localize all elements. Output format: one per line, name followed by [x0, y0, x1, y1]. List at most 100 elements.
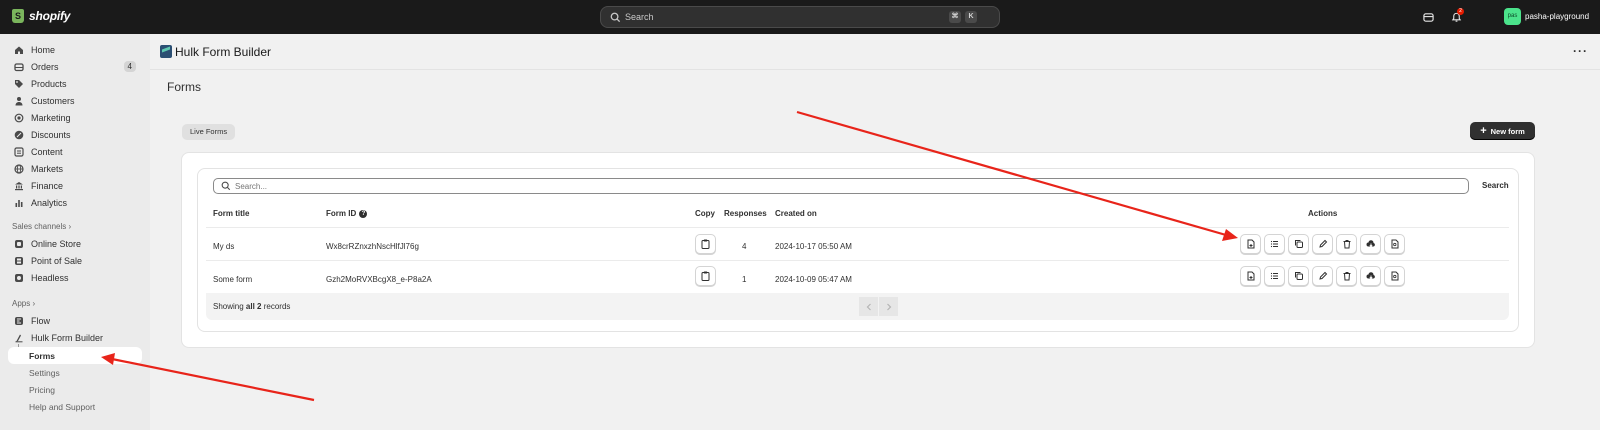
download-responses-button[interactable] — [1360, 266, 1381, 286]
edit-form-button[interactable] — [1312, 234, 1333, 254]
sidebar-item-online-store[interactable]: Online Store — [8, 235, 142, 252]
add-to-page-button[interactable] — [1240, 234, 1261, 254]
store-name: pasha-playground — [1525, 12, 1590, 21]
search-icon — [220, 181, 231, 192]
new-form-button[interactable]: + New form — [1470, 122, 1535, 140]
notification-count-badge: 2 — [1457, 8, 1464, 15]
forms-search-field[interactable] — [213, 178, 1469, 194]
row-divider — [206, 260, 1509, 261]
search-button[interactable]: Search — [1482, 181, 1509, 190]
created-on-cell: 2024-10-17 05:50 AM — [775, 242, 852, 251]
sidebar-item-home[interactable]: Home — [8, 41, 142, 58]
sidebar-subitem-forms[interactable]: Forms — [8, 347, 142, 364]
list-icon — [1270, 272, 1278, 280]
export-form-button[interactable] — [1384, 266, 1405, 286]
next-page-button[interactable] — [879, 297, 898, 316]
form-id-cell: Gzh2MoRVXBcgX8_e-P8a2A — [326, 275, 432, 284]
copy-form-id-button[interactable] — [695, 234, 716, 254]
notifications-bell-icon[interactable]: 2 — [1448, 8, 1464, 25]
table-footer — [206, 293, 1509, 320]
global-search-bar[interactable]: Search ⌘ K — [600, 6, 1000, 28]
form-title-cell: My ds — [213, 242, 235, 251]
edit-form-button[interactable] — [1312, 266, 1333, 286]
bank-icon — [14, 181, 24, 191]
sidebar-item-label: Analytics — [31, 197, 68, 208]
tab-live-forms[interactable]: Live Forms — [182, 124, 236, 140]
duplicate-icon — [1294, 272, 1303, 280]
sales-channels-heading[interactable]: Sales channels › — [12, 222, 71, 231]
sidebar-item-label: Home — [31, 44, 56, 55]
sidebar-item-marketing[interactable]: Marketing — [8, 109, 142, 126]
chevron-right-icon: › — [68, 222, 72, 231]
shopify-logo[interactable]: S shopify — [12, 9, 70, 23]
top-bar: S shopify Search ⌘ K 2 pas pasha-playgro… — [0, 0, 1600, 34]
avatar: pas — [1504, 8, 1521, 25]
forms-search-input[interactable] — [235, 181, 635, 191]
column-header-copy: Copy — [695, 209, 715, 218]
add-to-page-button[interactable] — [1240, 266, 1261, 286]
file-search-icon — [1391, 239, 1398, 249]
tag-icon — [14, 79, 24, 89]
duplicate-form-button[interactable] — [1288, 266, 1309, 286]
pencil-icon — [1318, 271, 1327, 280]
cloud-download-icon — [1366, 240, 1375, 248]
plus-icon: + — [1480, 125, 1487, 137]
shortcut-key-command: ⌘ — [949, 11, 961, 23]
sidebar-item-customers[interactable]: Customers — [8, 92, 142, 109]
hulk-icon — [14, 333, 24, 343]
delete-form-button[interactable] — [1336, 234, 1357, 254]
responses-cell: 4 — [742, 242, 747, 251]
column-header-created-on: Created on — [775, 209, 817, 218]
pos-icon — [14, 256, 24, 266]
sales-channels-label: Sales channels — [12, 222, 67, 231]
search-icon — [608, 10, 622, 24]
chevron-left-icon — [866, 303, 871, 310]
sidebar-item-flow[interactable]: Flow — [8, 312, 142, 329]
sidebar-item-content[interactable]: Content — [8, 143, 142, 160]
apps-heading[interactable]: Apps › — [12, 299, 35, 308]
sidebar-item-label: Content — [31, 146, 63, 157]
person-icon — [14, 96, 24, 106]
view-responses-button[interactable] — [1264, 234, 1285, 254]
pencil-icon — [1318, 239, 1327, 248]
more-actions-icon[interactable]: ··· — [1573, 44, 1588, 58]
sidebar-item-label: Finance — [31, 180, 64, 191]
headless-icon — [14, 273, 24, 283]
sidebar-item-finance[interactable]: Finance — [8, 177, 142, 194]
duplicate-form-button[interactable] — [1288, 234, 1309, 254]
chevron-right-icon — [886, 303, 891, 310]
sidebar-item-label: Hulk Form Builder — [31, 332, 104, 343]
sidebar-item-analytics[interactable]: Analytics — [8, 194, 142, 211]
sidebar-item-markets[interactable]: Markets — [8, 160, 142, 177]
orders-icon — [14, 62, 24, 72]
view-responses-button[interactable] — [1264, 266, 1285, 286]
sidebar-subitem-pricing[interactable]: Pricing — [8, 381, 142, 398]
help-icon[interactable]: ? — [359, 209, 368, 218]
sidebar-item-headless[interactable]: Headless — [8, 269, 142, 286]
previous-page-button[interactable] — [859, 297, 878, 316]
sidebar-item-hulk-form-builder[interactable]: Hulk Form Builder — [8, 329, 142, 346]
copy-form-id-button[interactable] — [695, 266, 716, 286]
page-title: Forms — [167, 80, 201, 94]
export-form-button[interactable] — [1384, 234, 1405, 254]
sidebar-item-products[interactable]: Products — [8, 75, 142, 92]
sidebar-item-orders[interactable]: Orders 4 — [8, 58, 142, 75]
form-id-cell: Wx8crRZnxzhNscHlfJl76g — [326, 242, 419, 251]
delete-form-button[interactable] — [1336, 266, 1357, 286]
store-icon[interactable] — [1420, 9, 1436, 25]
globe-icon — [14, 163, 24, 174]
download-responses-button[interactable] — [1360, 234, 1381, 254]
sidebar-item-discounts[interactable]: Discounts — [8, 126, 142, 143]
column-header-form-id: Form ID ? — [326, 209, 368, 218]
flow-icon — [14, 316, 24, 326]
file-plus-icon — [1247, 271, 1254, 281]
shortcut-key-k: K — [965, 11, 977, 23]
account-menu[interactable]: pas pasha-playground — [1504, 8, 1589, 25]
sidebar-item-point-of-sale[interactable]: Point of Sale — [8, 252, 142, 269]
shopify-bag-icon: S — [12, 9, 24, 23]
new-form-label: New form — [1490, 126, 1525, 136]
file-search-icon — [1391, 271, 1398, 281]
sidebar-subitem-settings[interactable]: Settings — [8, 364, 142, 381]
sidebar-subitem-help-and-support[interactable]: Help and Support — [8, 398, 142, 415]
sidebar-item-label: Discounts — [31, 129, 71, 140]
